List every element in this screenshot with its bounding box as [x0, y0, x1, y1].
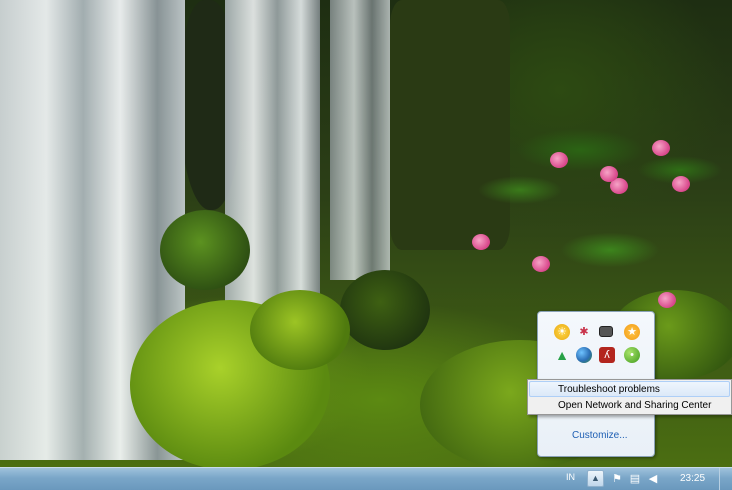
- wallpaper-flower: [652, 140, 670, 156]
- wallpaper-moss: [160, 210, 250, 290]
- wallpaper-flower: [658, 292, 676, 308]
- network-context-menu: Troubleshoot problems Open Network and S…: [527, 379, 732, 415]
- taskbar: IN ▲ ⚑ ▤ ◀ 23:25: [0, 467, 732, 490]
- wallpaper-flower: [600, 166, 618, 182]
- network-icon[interactable]: ▤: [628, 472, 642, 486]
- monitor-icon[interactable]: [599, 326, 613, 337]
- wallpaper-flower: [472, 234, 490, 250]
- star-orange-icon[interactable]: ★: [624, 324, 640, 340]
- show-desktop-button[interactable]: [719, 468, 732, 490]
- sun-yellow-icon[interactable]: ☀: [554, 324, 570, 340]
- globe-network-icon[interactable]: [576, 347, 592, 363]
- wallpaper-moss: [250, 290, 350, 370]
- action-center-flag-icon[interactable]: ⚑: [610, 472, 624, 486]
- lady-bug-icon[interactable]: ✱: [576, 324, 592, 340]
- taskbar-clock[interactable]: 23:25: [680, 473, 705, 484]
- acrobat-icon[interactable]: ʎ: [599, 347, 615, 363]
- menu-item-open-network-sharing-center[interactable]: Open Network and Sharing Center: [529, 397, 730, 413]
- wallpaper-foliage: [460, 110, 732, 310]
- wallpaper-waterfall: [330, 0, 390, 280]
- green-circle-icon[interactable]: •: [624, 347, 640, 363]
- wallpaper-waterfall: [225, 0, 320, 330]
- volume-icon[interactable]: ◀: [646, 472, 660, 486]
- menu-item-troubleshoot-problems[interactable]: Troubleshoot problems: [529, 381, 730, 397]
- wallpaper-moss: [340, 270, 430, 350]
- show-hidden-icons-button[interactable]: ▲: [587, 470, 604, 487]
- wallpaper-flower: [672, 176, 690, 192]
- wallpaper-flower: [532, 256, 550, 272]
- language-indicator[interactable]: IN: [566, 472, 575, 482]
- wallpaper-flower: [550, 152, 568, 168]
- customize-link[interactable]: Customize...: [572, 430, 628, 441]
- green-triangle-icon[interactable]: ▲: [554, 347, 570, 363]
